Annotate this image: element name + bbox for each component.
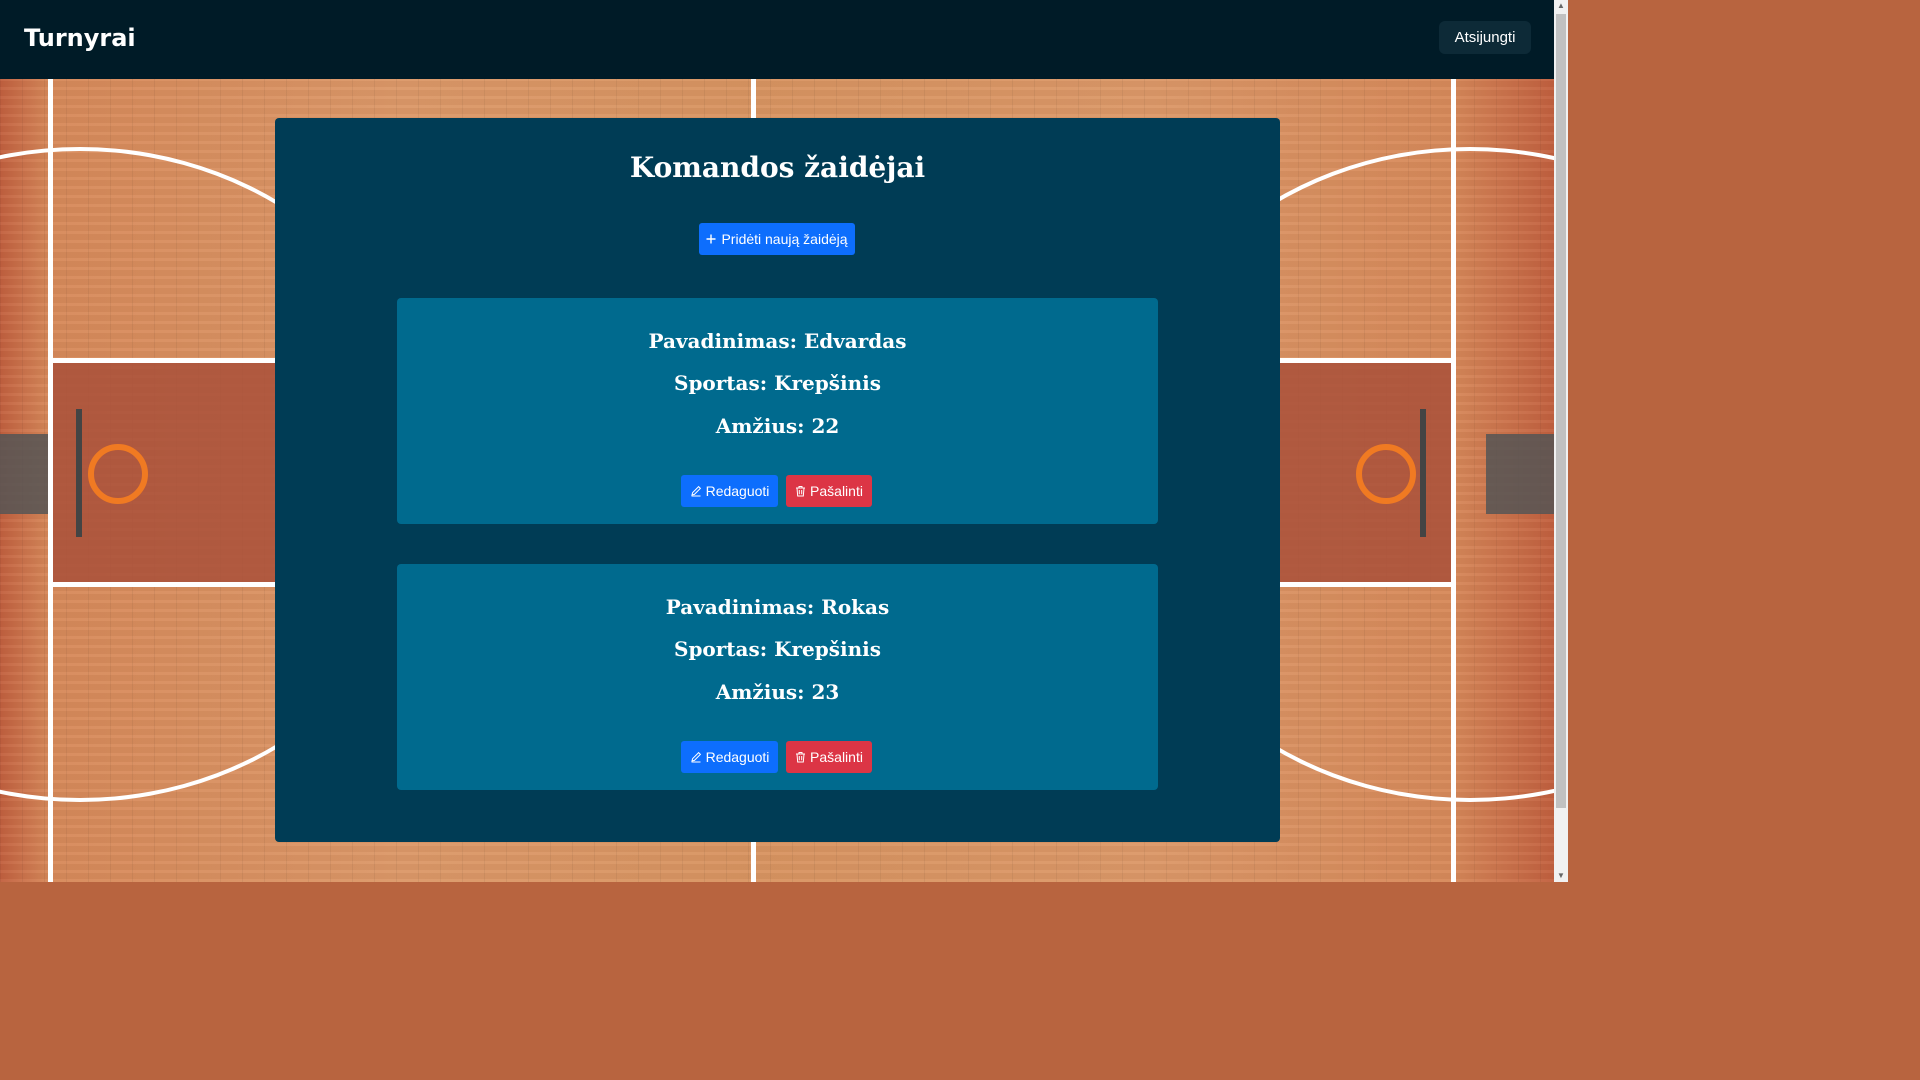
delete-player-button[interactable]: Pašalinti — [786, 475, 872, 507]
logout-button[interactable]: Atsijungti — [1439, 21, 1531, 54]
players-panel: Komandos žaidėjai Pridėti naują žaidėją … — [275, 118, 1280, 842]
scroll-up-arrow-icon[interactable]: ▲ — [1557, 2, 1565, 10]
backboard-right — [1420, 409, 1426, 537]
player-name: Pavadinimas: Edvardas — [648, 329, 907, 353]
trash-icon — [795, 751, 806, 763]
player-card: Pavadinimas: Rokas Sportas: Krepšinis Am… — [397, 564, 1158, 790]
brand-title[interactable]: Turnyrai — [24, 24, 136, 52]
trash-icon — [795, 485, 806, 497]
player-name: Pavadinimas: Rokas — [665, 595, 890, 619]
scrollbar-thumb[interactable] — [1556, 14, 1566, 808]
player-age: Amžius: 22 — [715, 414, 840, 438]
top-navbar: Turnyrai Atsijungti — [0, 0, 1554, 79]
delete-player-button[interactable]: Pašalinti — [786, 741, 872, 773]
delete-label: Pašalinti — [810, 483, 863, 499]
hoop-right — [1356, 444, 1416, 504]
edit-player-button[interactable]: Redaguoti — [681, 475, 778, 507]
plus-icon — [706, 234, 716, 244]
hoop-left — [88, 444, 148, 504]
player-card: Pavadinimas: Edvardas Sportas: Krepšinis… — [397, 298, 1158, 524]
player-age: Amžius: 23 — [715, 680, 840, 704]
delete-label: Pašalinti — [810, 749, 863, 765]
scroll-down-arrow-icon[interactable]: ▼ — [1557, 872, 1565, 880]
edit-label: Redaguoti — [705, 483, 770, 499]
player-actions: Redaguoti Pašalinti — [681, 475, 872, 507]
pencil-icon — [690, 485, 702, 497]
pencil-icon — [690, 751, 702, 763]
player-actions: Redaguoti Pašalinti — [681, 741, 872, 773]
player-sport: Sportas: Krepšinis — [674, 637, 881, 661]
edit-player-button[interactable]: Redaguoti — [681, 741, 778, 773]
add-player-button[interactable]: Pridėti naują žaidėją — [699, 223, 855, 255]
edit-label: Redaguoti — [705, 749, 770, 765]
hoop-stand-right — [1486, 434, 1554, 514]
page-title: Komandos žaidėjai — [629, 151, 926, 184]
hoop-stand-left — [0, 434, 48, 514]
player-sport: Sportas: Krepšinis — [674, 371, 881, 395]
backboard-left — [76, 409, 82, 537]
vertical-scrollbar[interactable]: ▲ ▼ — [1554, 0, 1568, 882]
add-player-label: Pridėti naują žaidėją — [721, 231, 848, 247]
